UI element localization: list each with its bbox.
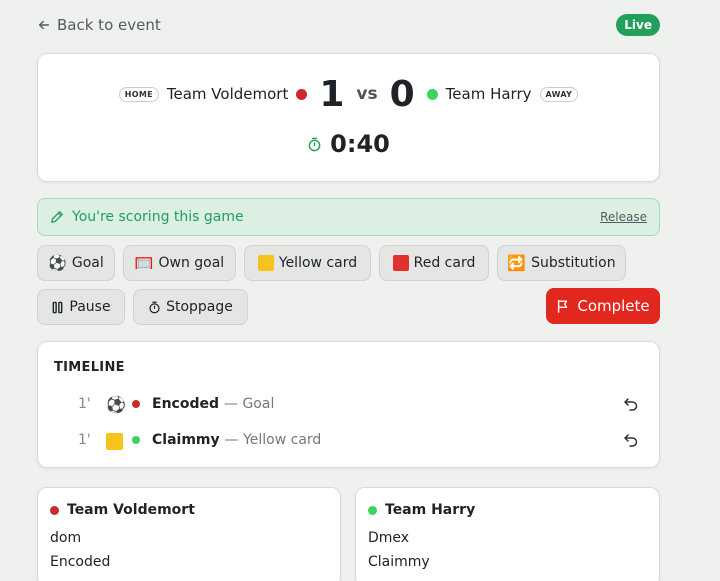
complete-button[interactable]: Complete [546,288,660,324]
home-team-color-dot [296,88,308,100]
away-roster-team: Team Harry [385,502,476,518]
team-color-dot [132,436,140,444]
goal-button-label: Goal [71,255,104,271]
release-button[interactable]: Release [600,210,647,224]
back-to-event-link[interactable]: Back to event [37,16,161,34]
yellow-card-button-label: Yellow card [278,255,358,271]
red-card-button-label: Red card [413,255,476,271]
complete-button-label: Complete [577,297,650,315]
red-card-icon [392,255,409,271]
roster-player: dom [50,530,82,546]
yellow-card-icon-wrap [106,431,132,450]
scoring-banner: You're scoring this game Release [37,198,660,236]
home-roster-team: Team Voldemort [67,502,195,518]
goal-button[interactable]: ⚽ Goal [37,245,115,281]
stopwatch-icon [308,137,321,151]
arrow-left-icon [38,20,50,30]
red-card-button[interactable]: Red card [379,245,489,281]
stoppage-button[interactable]: Stoppage [133,289,248,325]
clock-time: 0:40 [330,130,390,158]
pause-icon [53,301,63,313]
pencil-icon [51,211,63,223]
home-roster-card: Team Voldemort dom Encoded [37,487,341,581]
yellow-card-icon [106,432,123,450]
roster-player: Encoded [50,554,111,570]
live-status-badge: Live [616,14,660,36]
back-label: Back to event [57,16,161,34]
home-tag: HOME [118,86,159,102]
event-type: — Yellow card [224,432,322,448]
substitution-button-label: Substitution [531,255,616,271]
event-player: Claimmy [152,432,220,448]
pause-button[interactable]: Pause [37,289,125,325]
yellow-card-button[interactable]: Yellow card [244,245,371,281]
own-goal-button[interactable]: 🥅 Own goal [123,245,236,281]
roster-player: Claimmy [368,554,430,570]
scoring-message: You're scoring this game [72,209,244,225]
soccer-ball-icon: ⚽ [48,253,67,272]
undo-icon[interactable] [623,396,639,412]
soccer-ball-icon: ⚽ [106,394,126,414]
vs-label: vs [356,84,378,104]
roster-player: Dmex [368,530,410,546]
event-minute: 1' [78,396,91,412]
home-team-color-dot [50,505,59,515]
away-team-color-dot [368,505,377,515]
event-player: Encoded [152,396,219,412]
home-team-name: Team Voldemort [166,85,289,103]
score-row: HOME Team Voldemort 1 vs 0 Team Harry AW… [38,72,659,116]
away-team-name: Team Harry [445,85,532,103]
timeline-title: TIMELINE [54,360,125,375]
timeline-event: 1' Claimmy — Yellow card [78,428,639,452]
substitution-icon: 🔁 [507,253,527,272]
goal-net-icon: 🥅 [134,253,154,272]
stoppage-button-label: Stoppage [166,299,233,315]
flag-icon [558,300,568,313]
timer-icon [149,301,160,313]
own-goal-button-label: Own goal [158,255,225,271]
team-color-dot [132,400,140,408]
away-score: 0 [389,73,415,115]
timeline-event: 1' ⚽ Encoded — Goal [78,392,639,416]
home-score: 1 [319,73,345,115]
away-tag: AWAY [539,86,579,102]
top-bar: Back to event Live [37,14,660,38]
away-team-color-dot [426,88,438,100]
undo-icon[interactable] [623,432,639,448]
match-clock: 0:40 [38,130,659,158]
timeline-card: TIMELINE 1' ⚽ Encoded — Goal 1' Claimmy … [37,341,660,468]
scoreboard-card: HOME Team Voldemort 1 vs 0 Team Harry AW… [37,53,660,182]
away-roster-card: Team Harry Dmex Claimmy [355,487,660,581]
pause-button-label: Pause [69,299,111,315]
substitution-button[interactable]: 🔁 Substitution [497,245,626,281]
yellow-card-icon [257,255,274,271]
event-minute: 1' [78,432,91,448]
event-type: — Goal [224,396,275,412]
